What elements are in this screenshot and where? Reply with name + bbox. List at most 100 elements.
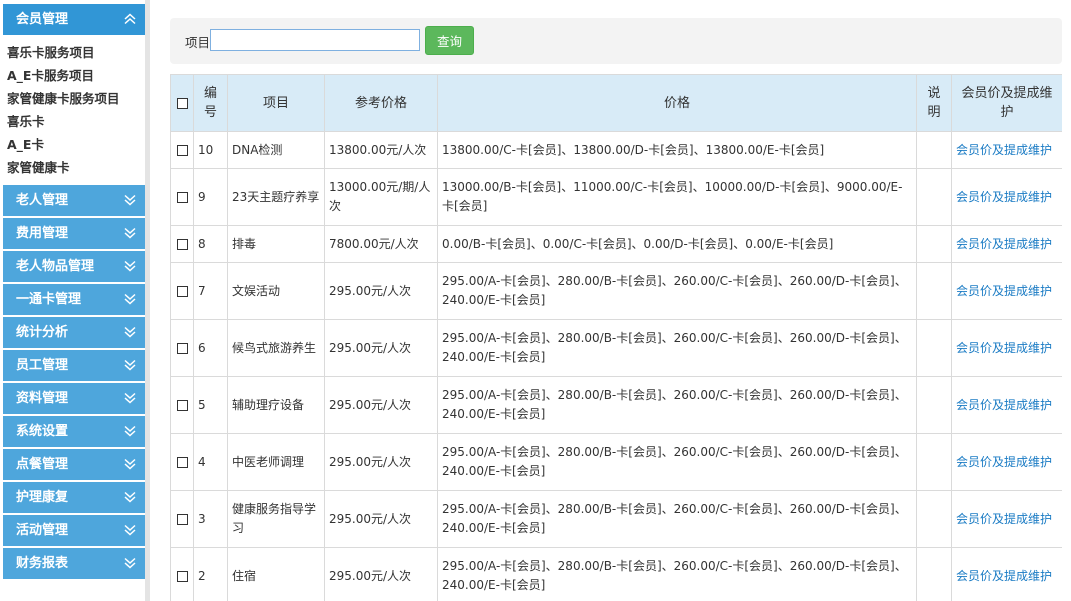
app-window: 会员管理 喜乐卡服务项目 A_E卡服务项目 家管健康卡服务项目 喜乐卡 A_E卡 家管健康… — [0, 0, 1071, 601]
search-bar: 项目 查询 — [170, 18, 1062, 64]
chevron-down-icon — [123, 515, 137, 546]
chevron-down-icon — [123, 383, 137, 414]
table-row: 7 文娱活动 295.00元/人次 295.00/A-卡[会员]、280.00/B-卡… — [170, 262, 1062, 320]
sidebar: 会员管理 喜乐卡服务项目 A_E卡服务项目 家管健康卡服务项目 喜乐卡 A_E卡 家管健康… — [0, 0, 150, 601]
chevron-down-icon — [123, 218, 137, 249]
search-button[interactable]: 查询 — [425, 26, 474, 55]
table-header-row: 编号 项目 参考价格 价格 说明 会员价及提成维护 — [170, 74, 1062, 132]
cell-id: 4 — [193, 433, 228, 491]
chevron-down-icon — [123, 317, 137, 348]
column-header-item: 项目 — [227, 74, 325, 132]
row-checkbox[interactable] — [176, 191, 188, 203]
sidebar-section[interactable]: 一通卡管理 — [3, 284, 145, 315]
row-checkbox[interactable] — [176, 342, 188, 354]
sidebar-subitem[interactable]: 喜乐卡 — [7, 110, 150, 133]
sidebar-section-member-management[interactable]: 会员管理 — [3, 4, 145, 35]
table-row: 3 健康服务指导学习 295.00元/人次 295.00/A-卡[会员]、280.00… — [170, 490, 1062, 548]
cell-item: 健康服务指导学习 — [227, 490, 325, 548]
column-header-action: 会员价及提成维护 — [951, 74, 1062, 132]
row-select-cell — [170, 376, 194, 434]
table-row: 2 住宿 295.00元/人次 295.00/A-卡[会员]、280.00/B-卡[会… — [170, 547, 1062, 601]
member-price-maintenance-link[interactable]: 会员价及提成维护 — [956, 398, 1052, 412]
row-checkbox[interactable] — [176, 144, 188, 156]
sidebar-subitem[interactable]: 家管健康卡服务项目 — [7, 87, 150, 110]
chevron-down-icon — [123, 350, 137, 381]
cell-ref-price: 295.00元/人次 — [324, 433, 438, 491]
row-select-cell — [170, 168, 194, 226]
cell-price: 295.00/A-卡[会员]、280.00/B-卡[会员]、260.00/C-卡… — [437, 433, 917, 491]
member-price-maintenance-link[interactable]: 会员价及提成维护 — [956, 455, 1052, 469]
select-all-checkbox[interactable] — [176, 97, 188, 109]
cell-item: 中医老师调理 — [227, 433, 325, 491]
row-select-cell — [170, 319, 194, 377]
row-checkbox[interactable] — [176, 399, 188, 411]
cell-id: 8 — [193, 225, 228, 263]
cell-action: 会员价及提成维护 — [951, 547, 1062, 601]
cell-note — [916, 433, 952, 491]
sidebar-section-label: 员工管理 — [16, 358, 69, 373]
sidebar-subitem[interactable]: 家管健康卡 — [7, 156, 150, 179]
sidebar-section[interactable]: 员工管理 — [3, 350, 145, 381]
sidebar-section-label: 财务报表 — [16, 556, 69, 571]
cell-price: 295.00/A-卡[会员]、280.00/B-卡[会员]、260.00/C-卡… — [437, 490, 917, 548]
row-select-cell — [170, 262, 194, 320]
row-select-cell — [170, 490, 194, 548]
member-price-maintenance-link[interactable]: 会员价及提成维护 — [956, 569, 1052, 583]
row-checkbox[interactable] — [176, 238, 188, 250]
sidebar-section[interactable]: 老人管理 — [3, 185, 145, 216]
row-checkbox[interactable] — [176, 285, 188, 297]
cell-id: 3 — [193, 490, 228, 548]
sidebar-subitem[interactable]: 喜乐卡服务项目 — [7, 41, 150, 64]
chevron-down-icon — [123, 482, 137, 513]
chevron-down-icon — [123, 251, 137, 282]
cell-id: 9 — [193, 168, 228, 226]
cell-item: 住宿 — [227, 547, 325, 601]
cell-action: 会员价及提成维护 — [951, 131, 1062, 169]
column-header-ref-price: 参考价格 — [324, 74, 438, 132]
cell-note — [916, 547, 952, 601]
sidebar-section[interactable]: 老人物品管理 — [3, 251, 145, 282]
cell-action: 会员价及提成维护 — [951, 376, 1062, 434]
sidebar-section[interactable]: 财务报表 — [3, 548, 145, 579]
sidebar-section[interactable]: 统计分析 — [3, 317, 145, 348]
sidebar-section[interactable]: 点餐管理 — [3, 449, 145, 480]
sidebar-section[interactable]: 资料管理 — [3, 383, 145, 414]
cell-note — [916, 262, 952, 320]
member-price-maintenance-link[interactable]: 会员价及提成维护 — [956, 284, 1052, 298]
member-price-maintenance-link[interactable]: 会员价及提成维护 — [956, 341, 1052, 355]
table-row: 4 中医老师调理 295.00元/人次 295.00/A-卡[会员]、280.00/B… — [170, 433, 1062, 491]
sidebar-section[interactable]: 费用管理 — [3, 218, 145, 249]
sidebar-section[interactable]: 护理康复 — [3, 482, 145, 513]
sidebar-subitem[interactable]: A_E卡 — [7, 133, 150, 156]
member-price-maintenance-link[interactable]: 会员价及提成维护 — [956, 190, 1052, 204]
cell-ref-price: 7800.00元/人次 — [324, 225, 438, 263]
search-label: 项目 — [185, 35, 211, 50]
chevron-down-icon — [123, 185, 137, 216]
cell-ref-price: 295.00元/人次 — [324, 376, 438, 434]
member-price-maintenance-link[interactable]: 会员价及提成维护 — [956, 237, 1052, 251]
table-body: 10 DNA检测 13800.00元/人次 13800.00/C-卡[会员]、1380… — [170, 131, 1062, 601]
search-input[interactable] — [210, 29, 420, 51]
cell-price: 295.00/A-卡[会员]、280.00/B-卡[会员]、260.00/C-卡… — [437, 376, 917, 434]
member-price-maintenance-link[interactable]: 会员价及提成维护 — [956, 512, 1052, 526]
column-header-note: 说明 — [916, 74, 952, 132]
row-checkbox[interactable] — [176, 570, 188, 582]
cell-item: 辅助理疗设备 — [227, 376, 325, 434]
sidebar-section-label: 老人物品管理 — [16, 259, 95, 274]
cell-note — [916, 490, 952, 548]
cell-item: 23天主题疗养享 — [227, 168, 325, 226]
row-checkbox[interactable] — [176, 513, 188, 525]
row-select-cell — [170, 131, 194, 169]
sidebar-section[interactable]: 系统设置 — [3, 416, 145, 447]
cell-id: 5 — [193, 376, 228, 434]
sidebar-section-label: 活动管理 — [16, 523, 69, 538]
row-select-cell — [170, 433, 194, 491]
cell-item: DNA检测 — [227, 131, 325, 169]
table-row: 5 辅助理疗设备 295.00元/人次 295.00/A-卡[会员]、280.00/B… — [170, 376, 1062, 434]
row-checkbox[interactable] — [176, 456, 188, 468]
sidebar-subitem[interactable]: A_E卡服务项目 — [7, 64, 150, 87]
sidebar-section[interactable]: 活动管理 — [3, 515, 145, 546]
cell-price: 295.00/A-卡[会员]、280.00/B-卡[会员]、260.00/C-卡… — [437, 319, 917, 377]
member-price-maintenance-link[interactable]: 会员价及提成维护 — [956, 143, 1052, 157]
cell-ref-price: 295.00元/人次 — [324, 319, 438, 377]
